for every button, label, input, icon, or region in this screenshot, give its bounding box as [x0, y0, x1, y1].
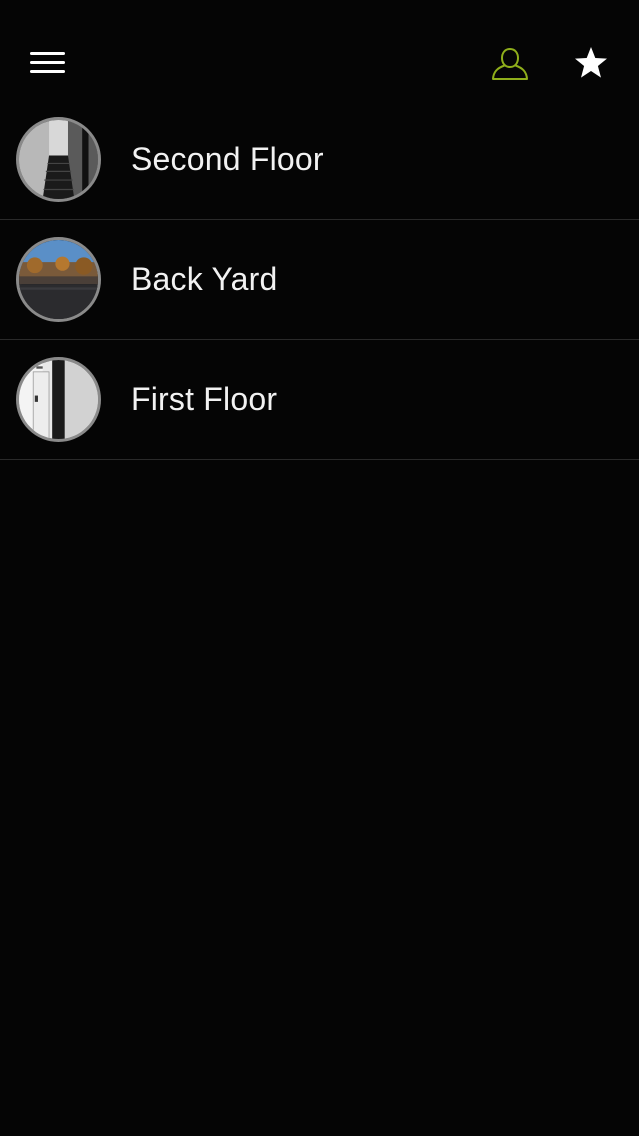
- top-bar: [0, 0, 639, 100]
- account-button[interactable]: [484, 40, 536, 88]
- camera-thumbnail: [16, 237, 101, 322]
- hamburger-menu-icon: [30, 52, 65, 73]
- camera-thumbnail: [16, 117, 101, 202]
- camera-row-first-floor[interactable]: First Floor: [0, 340, 639, 460]
- camera-label: Second Floor: [131, 141, 324, 177]
- person-outline-icon: [492, 47, 528, 80]
- camera-thumbnail: [16, 357, 101, 442]
- camera-label: Back Yard: [131, 261, 278, 297]
- favorites-button[interactable]: [566, 38, 616, 88]
- hallway-door-scene-thumbnail: [19, 360, 98, 439]
- star-icon: [575, 47, 607, 78]
- camera-label: First Floor: [131, 381, 278, 417]
- camera-list: Second Floor Back Yard First Floor: [0, 100, 639, 460]
- menu-button[interactable]: [22, 40, 74, 86]
- stairwell-scene-thumbnail: [19, 120, 98, 199]
- camera-row-second-floor[interactable]: Second Floor: [0, 100, 639, 220]
- backyard-scene-thumbnail: [19, 240, 98, 319]
- camera-row-back-yard[interactable]: Back Yard: [0, 220, 639, 340]
